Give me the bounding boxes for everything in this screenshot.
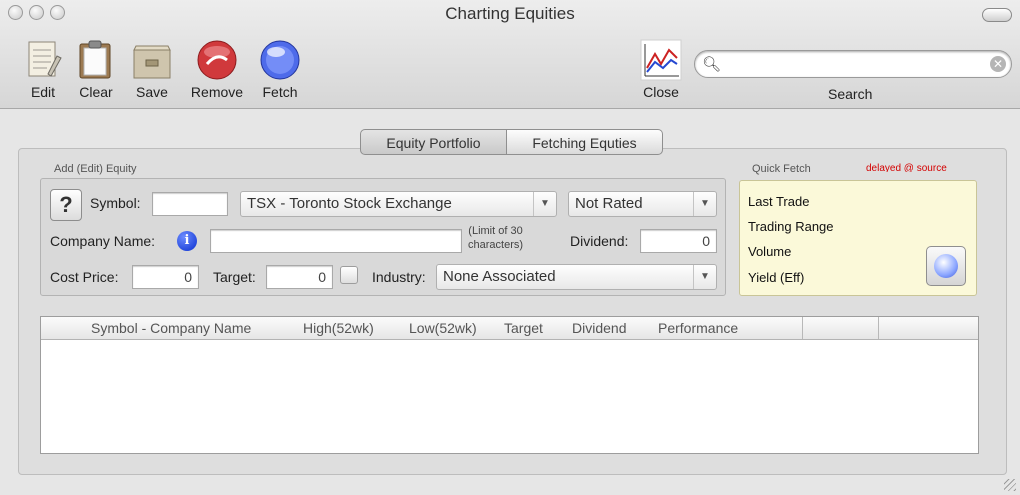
search-icon: 🔍︎ [702, 56, 722, 73]
column-dividend[interactable]: Dividend [572, 320, 626, 336]
character-limit-note: (Limit of 30 characters) [468, 224, 523, 252]
yield-item: Yield (Eff) [748, 270, 805, 285]
volume-item: Volume [748, 244, 792, 259]
resize-grip[interactable] [1004, 479, 1016, 491]
quick-fetch-box: Last Trade Trading Range Volume Yield (E… [739, 180, 977, 296]
industry-value: None Associated [443, 268, 556, 285]
toolbar: Charting Equities Edit Clear Save Remove… [0, 0, 1020, 109]
save-label: Save [136, 84, 168, 100]
add-equity-group-label: Add (Edit) Equity [54, 163, 137, 175]
rating-select[interactable]: Not Rated ▼ [568, 191, 717, 217]
search-field[interactable]: 🔍︎ ✕ [694, 50, 1012, 78]
search-label: Search [828, 86, 873, 102]
clear-search-icon[interactable]: ✕ [990, 56, 1006, 72]
clear-button[interactable]: Clear [73, 38, 119, 100]
limit-note-line-1: (Limit of 30 [468, 225, 523, 237]
chevron-down-icon: ▼ [533, 192, 556, 216]
industry-select[interactable]: None Associated ▼ [436, 264, 717, 290]
globe-icon [258, 38, 302, 82]
chevron-down-icon: ▼ [693, 265, 716, 289]
close-label: Close [643, 84, 679, 100]
drawer-icon [130, 38, 174, 82]
toolbar-toggle-button[interactable] [982, 8, 1012, 22]
help-button[interactable]: ? [50, 189, 82, 221]
symbol-label: Symbol: [90, 195, 141, 211]
column-high-52wk[interactable]: High(52wk) [303, 320, 374, 336]
last-trade-item: Last Trade [748, 194, 810, 209]
target-checkbox[interactable] [340, 266, 358, 284]
clipboard-icon [74, 38, 118, 82]
fetch-label: Fetch [262, 84, 298, 100]
exchange-select[interactable]: TSX - Toronto Stock Exchange ▼ [240, 191, 557, 217]
chart-icon [639, 38, 683, 82]
close-button[interactable]: Close [638, 38, 684, 100]
clear-label: Clear [79, 84, 113, 100]
column-divider [802, 317, 803, 339]
column-symbol-company[interactable]: Symbol - Company Name [91, 320, 251, 336]
search-input[interactable] [723, 55, 987, 75]
trading-range-item: Trading Range [748, 219, 834, 234]
fetch-button[interactable]: Fetch [257, 38, 303, 100]
remove-button[interactable]: Remove [187, 38, 247, 100]
column-target[interactable]: Target [504, 320, 543, 336]
symbol-field[interactable] [152, 192, 228, 216]
tab-equity-portfolio[interactable]: Equity Portfolio [360, 129, 507, 155]
edit-label: Edit [30, 84, 56, 100]
save-button[interactable]: Save [129, 38, 175, 100]
limit-note-line-2: characters) [468, 239, 524, 251]
window-title: Charting Equities [445, 4, 575, 23]
info-icon[interactable]: i [177, 231, 197, 251]
table-header: Symbol - Company Name High(52wk) Low(52w… [41, 317, 978, 340]
quick-fetch-label: Quick Fetch [752, 163, 811, 175]
cost-price-field[interactable]: 0 [132, 265, 199, 289]
equity-table[interactable]: Symbol - Company Name High(52wk) Low(52w… [40, 316, 979, 454]
dividend-field[interactable]: 0 [640, 229, 717, 253]
exchange-value: TSX - Toronto Stock Exchange [247, 195, 452, 212]
chevron-down-icon: ▼ [693, 192, 716, 216]
edit-button[interactable]: Edit [20, 38, 66, 100]
dividend-label: Dividend: [570, 233, 629, 249]
tab-fetching-equities[interactable]: Fetching Equties [507, 129, 663, 155]
delayed-note: delayed @ source [866, 163, 947, 172]
industry-label: Industry: [372, 269, 426, 285]
target-label: Target: [213, 269, 256, 285]
quick-fetch-button[interactable] [926, 246, 966, 286]
remove-label: Remove [190, 84, 244, 100]
column-low-52wk[interactable]: Low(52wk) [409, 320, 477, 336]
company-name-label: Company Name: [50, 233, 156, 249]
remove-icon [195, 38, 239, 82]
rating-value: Not Rated [575, 195, 643, 212]
app-window: Charting Equities Edit Clear Save Remove… [0, 0, 1020, 495]
cost-price-label: Cost Price: [50, 269, 119, 285]
company-name-field[interactable] [210, 229, 462, 253]
edit-icon [21, 38, 65, 82]
globe-icon [934, 254, 958, 278]
target-field[interactable]: 0 [266, 265, 333, 289]
column-divider [878, 317, 879, 339]
column-performance[interactable]: Performance [658, 320, 738, 336]
